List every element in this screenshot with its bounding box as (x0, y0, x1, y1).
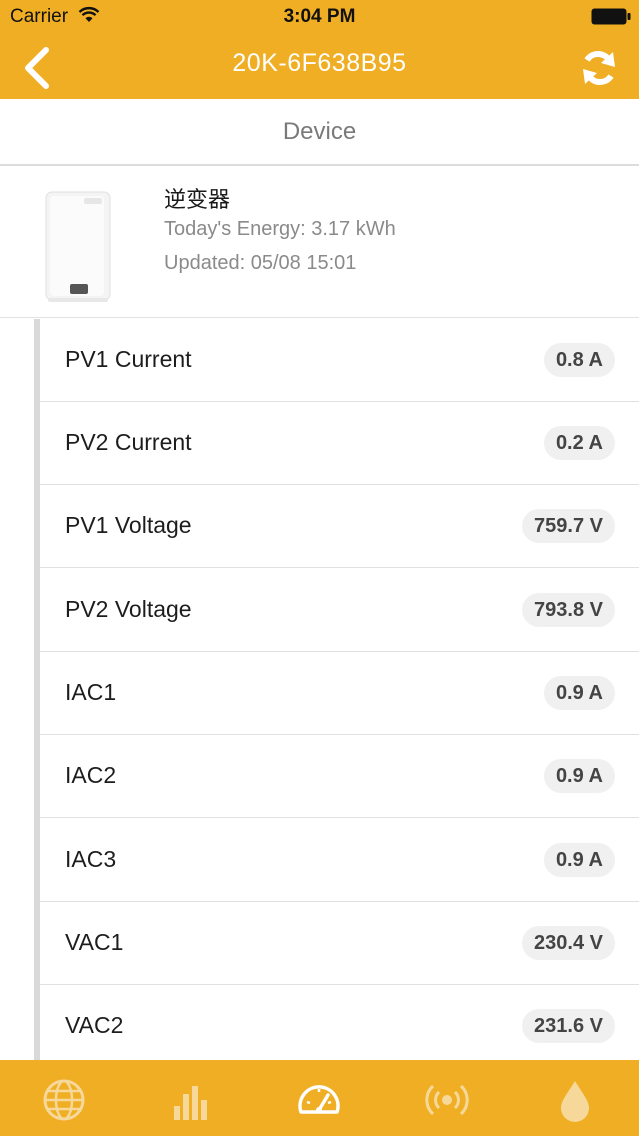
metric-value: 0.2 A (543, 426, 615, 460)
metric-value: 0.8 A (543, 343, 615, 377)
metric-row-pv2-current: PV2 Current 0.2 A (40, 402, 639, 485)
metric-label: IAC3 (65, 846, 117, 872)
metric-row-pv1-voltage: PV1 Voltage 759.7 V (40, 485, 639, 568)
section-title: Device (282, 118, 357, 145)
gauge-icon (298, 1085, 340, 1114)
battery-icon (591, 8, 631, 25)
metric-row-vac1: VAC1 230.4 V (40, 902, 639, 985)
metric-label: VAC2 (65, 1012, 124, 1038)
metric-label: PV2 Voltage (65, 596, 192, 622)
metric-label: IAC2 (65, 762, 117, 788)
metric-value: 759.7 V (522, 509, 615, 543)
metric-row-iac3: IAC3 0.9 A (40, 819, 639, 902)
tab-monitor[interactable] (297, 1078, 341, 1122)
metric-label: PV1 Voltage (65, 512, 192, 538)
refresh-button[interactable] (579, 46, 619, 90)
metric-value: 231.6 V (522, 1009, 615, 1043)
metric-value: 0.9 A (543, 843, 615, 877)
metric-row-vac2: VAC2 231.6 V (40, 985, 639, 1060)
metric-label: IAC1 (65, 679, 117, 705)
metric-value: 0.9 A (543, 676, 615, 710)
metric-value: 793.8 V (522, 593, 615, 627)
bar-chart-icon (174, 1086, 207, 1120)
page-title: 20K-6F638B95 (232, 49, 407, 77)
status-time: 3:04 PM (283, 6, 356, 27)
metric-label: PV2 Current (65, 429, 192, 455)
metric-label: VAC1 (65, 929, 124, 955)
device-card[interactable]: 逆变器 Today's Energy: 3.17 kWh Updated: 05… (0, 168, 639, 318)
metric-label: PV1 Current (65, 346, 192, 372)
tab-energy[interactable] (553, 1078, 597, 1122)
tab-bar (0, 1060, 639, 1136)
globe-icon (43, 1079, 85, 1121)
device-updated: Updated: 05/08 15:01 (164, 252, 357, 274)
device-energy: Today's Energy: 3.17 kWh (164, 218, 396, 240)
tab-signal[interactable] (425, 1078, 469, 1122)
device-name: 逆变器 (164, 187, 231, 212)
tab-statistics[interactable] (170, 1078, 214, 1122)
metrics-list[interactable]: PV1 Current 0.8 A PV2 Current 0.2 A PV1 … (0, 319, 639, 1060)
metric-value: 230.4 V (522, 926, 615, 960)
metric-row-iac1: IAC1 0.9 A (40, 652, 639, 735)
signal-icon (425, 1084, 469, 1116)
app-header: Carrier 3:04 PM 20K-6F638B95 (0, 0, 639, 99)
water-drop-icon (561, 1081, 589, 1122)
tab-plants[interactable] (42, 1078, 86, 1122)
metric-row-iac2: IAC2 0.9 A (40, 735, 639, 818)
inverter-image (45, 191, 111, 302)
status-bar: Carrier 3:04 PM (0, 0, 639, 33)
section-header: Device (0, 99, 639, 166)
metric-row-pv1-current: PV1 Current 0.8 A (40, 319, 639, 402)
metric-row-pv2-voltage: PV2 Voltage 793.8 V (40, 569, 639, 652)
refresh-icon (583, 51, 615, 85)
metric-value: 0.9 A (543, 759, 615, 793)
